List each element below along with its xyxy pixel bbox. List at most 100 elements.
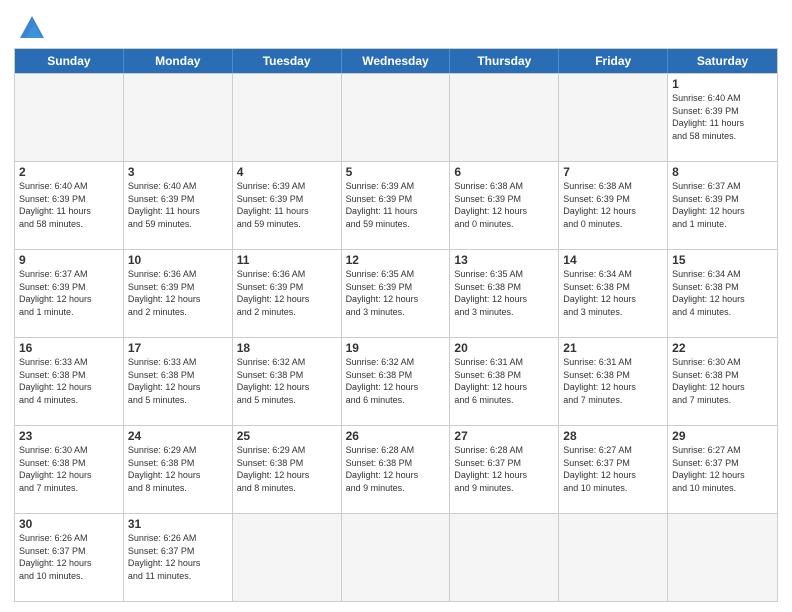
day-number: 9 xyxy=(19,253,119,267)
cell-info: Sunrise: 6:30 AM Sunset: 6:38 PM Dayligh… xyxy=(19,444,119,494)
cell-info: Sunrise: 6:33 AM Sunset: 6:38 PM Dayligh… xyxy=(19,356,119,406)
header-day-tuesday: Tuesday xyxy=(233,49,342,73)
cell-info: Sunrise: 6:40 AM Sunset: 6:39 PM Dayligh… xyxy=(128,180,228,230)
day-number: 7 xyxy=(563,165,663,179)
day-cell-18: 18Sunrise: 6:32 AM Sunset: 6:38 PM Dayli… xyxy=(233,338,342,425)
cell-info: Sunrise: 6:37 AM Sunset: 6:39 PM Dayligh… xyxy=(672,180,773,230)
empty-cell-0-3 xyxy=(342,74,451,161)
cell-info: Sunrise: 6:38 AM Sunset: 6:39 PM Dayligh… xyxy=(563,180,663,230)
cell-info: Sunrise: 6:38 AM Sunset: 6:39 PM Dayligh… xyxy=(454,180,554,230)
cell-info: Sunrise: 6:34 AM Sunset: 6:38 PM Dayligh… xyxy=(563,268,663,318)
cell-info: Sunrise: 6:27 AM Sunset: 6:37 PM Dayligh… xyxy=(672,444,773,494)
day-cell-30: 30Sunrise: 6:26 AM Sunset: 6:37 PM Dayli… xyxy=(15,514,124,601)
day-number: 30 xyxy=(19,517,119,531)
cell-info: Sunrise: 6:40 AM Sunset: 6:39 PM Dayligh… xyxy=(19,180,119,230)
day-number: 26 xyxy=(346,429,446,443)
empty-cell-5-6 xyxy=(668,514,777,601)
calendar-row-5: 30Sunrise: 6:26 AM Sunset: 6:37 PM Dayli… xyxy=(15,513,777,601)
calendar-body: 1Sunrise: 6:40 AM Sunset: 6:39 PM Daylig… xyxy=(15,73,777,601)
header-day-thursday: Thursday xyxy=(450,49,559,73)
day-number: 28 xyxy=(563,429,663,443)
day-number: 8 xyxy=(672,165,773,179)
day-number: 6 xyxy=(454,165,554,179)
day-cell-3: 3Sunrise: 6:40 AM Sunset: 6:39 PM Daylig… xyxy=(124,162,233,249)
calendar-header-row: SundayMondayTuesdayWednesdayThursdayFrid… xyxy=(15,49,777,73)
day-number: 2 xyxy=(19,165,119,179)
day-cell-25: 25Sunrise: 6:29 AM Sunset: 6:38 PM Dayli… xyxy=(233,426,342,513)
cell-info: Sunrise: 6:36 AM Sunset: 6:39 PM Dayligh… xyxy=(237,268,337,318)
cell-info: Sunrise: 6:40 AM Sunset: 6:39 PM Dayligh… xyxy=(672,92,773,142)
day-cell-13: 13Sunrise: 6:35 AM Sunset: 6:38 PM Dayli… xyxy=(450,250,559,337)
day-number: 11 xyxy=(237,253,337,267)
header-day-monday: Monday xyxy=(124,49,233,73)
day-cell-14: 14Sunrise: 6:34 AM Sunset: 6:38 PM Dayli… xyxy=(559,250,668,337)
cell-info: Sunrise: 6:29 AM Sunset: 6:38 PM Dayligh… xyxy=(128,444,228,494)
day-cell-1: 1Sunrise: 6:40 AM Sunset: 6:39 PM Daylig… xyxy=(668,74,777,161)
empty-cell-0-0 xyxy=(15,74,124,161)
header-day-sunday: Sunday xyxy=(15,49,124,73)
day-number: 17 xyxy=(128,341,228,355)
cell-info: Sunrise: 6:33 AM Sunset: 6:38 PM Dayligh… xyxy=(128,356,228,406)
day-cell-10: 10Sunrise: 6:36 AM Sunset: 6:39 PM Dayli… xyxy=(124,250,233,337)
day-number: 3 xyxy=(128,165,228,179)
day-number: 27 xyxy=(454,429,554,443)
day-number: 4 xyxy=(237,165,337,179)
cell-info: Sunrise: 6:28 AM Sunset: 6:38 PM Dayligh… xyxy=(346,444,446,494)
cell-info: Sunrise: 6:27 AM Sunset: 6:37 PM Dayligh… xyxy=(563,444,663,494)
day-number: 29 xyxy=(672,429,773,443)
day-number: 15 xyxy=(672,253,773,267)
logo-area xyxy=(14,10,48,42)
day-cell-31: 31Sunrise: 6:26 AM Sunset: 6:37 PM Dayli… xyxy=(124,514,233,601)
day-cell-6: 6Sunrise: 6:38 AM Sunset: 6:39 PM Daylig… xyxy=(450,162,559,249)
empty-cell-5-5 xyxy=(559,514,668,601)
day-number: 10 xyxy=(128,253,228,267)
day-number: 21 xyxy=(563,341,663,355)
day-number: 31 xyxy=(128,517,228,531)
day-cell-26: 26Sunrise: 6:28 AM Sunset: 6:38 PM Dayli… xyxy=(342,426,451,513)
cell-info: Sunrise: 6:39 AM Sunset: 6:39 PM Dayligh… xyxy=(237,180,337,230)
day-cell-23: 23Sunrise: 6:30 AM Sunset: 6:38 PM Dayli… xyxy=(15,426,124,513)
day-number: 23 xyxy=(19,429,119,443)
day-number: 20 xyxy=(454,341,554,355)
day-number: 5 xyxy=(346,165,446,179)
cell-info: Sunrise: 6:32 AM Sunset: 6:38 PM Dayligh… xyxy=(237,356,337,406)
day-cell-16: 16Sunrise: 6:33 AM Sunset: 6:38 PM Dayli… xyxy=(15,338,124,425)
cell-info: Sunrise: 6:32 AM Sunset: 6:38 PM Dayligh… xyxy=(346,356,446,406)
day-number: 14 xyxy=(563,253,663,267)
page: SundayMondayTuesdayWednesdayThursdayFrid… xyxy=(0,0,792,612)
header xyxy=(14,10,778,42)
day-cell-24: 24Sunrise: 6:29 AM Sunset: 6:38 PM Dayli… xyxy=(124,426,233,513)
header-day-wednesday: Wednesday xyxy=(342,49,451,73)
cell-info: Sunrise: 6:35 AM Sunset: 6:39 PM Dayligh… xyxy=(346,268,446,318)
empty-cell-0-1 xyxy=(124,74,233,161)
day-number: 19 xyxy=(346,341,446,355)
calendar-row-1: 2Sunrise: 6:40 AM Sunset: 6:39 PM Daylig… xyxy=(15,161,777,249)
day-cell-2: 2Sunrise: 6:40 AM Sunset: 6:39 PM Daylig… xyxy=(15,162,124,249)
header-day-friday: Friday xyxy=(559,49,668,73)
cell-info: Sunrise: 6:39 AM Sunset: 6:39 PM Dayligh… xyxy=(346,180,446,230)
cell-info: Sunrise: 6:26 AM Sunset: 6:37 PM Dayligh… xyxy=(19,532,119,582)
calendar-row-4: 23Sunrise: 6:30 AM Sunset: 6:38 PM Dayli… xyxy=(15,425,777,513)
day-cell-22: 22Sunrise: 6:30 AM Sunset: 6:38 PM Dayli… xyxy=(668,338,777,425)
cell-info: Sunrise: 6:29 AM Sunset: 6:38 PM Dayligh… xyxy=(237,444,337,494)
empty-cell-5-4 xyxy=(450,514,559,601)
day-cell-21: 21Sunrise: 6:31 AM Sunset: 6:38 PM Dayli… xyxy=(559,338,668,425)
cell-info: Sunrise: 6:30 AM Sunset: 6:38 PM Dayligh… xyxy=(672,356,773,406)
day-cell-15: 15Sunrise: 6:34 AM Sunset: 6:38 PM Dayli… xyxy=(668,250,777,337)
calendar-row-2: 9Sunrise: 6:37 AM Sunset: 6:39 PM Daylig… xyxy=(15,249,777,337)
day-cell-5: 5Sunrise: 6:39 AM Sunset: 6:39 PM Daylig… xyxy=(342,162,451,249)
day-number: 12 xyxy=(346,253,446,267)
cell-info: Sunrise: 6:34 AM Sunset: 6:38 PM Dayligh… xyxy=(672,268,773,318)
day-number: 1 xyxy=(672,77,773,91)
day-cell-9: 9Sunrise: 6:37 AM Sunset: 6:39 PM Daylig… xyxy=(15,250,124,337)
cell-info: Sunrise: 6:26 AM Sunset: 6:37 PM Dayligh… xyxy=(128,532,228,582)
calendar-row-0: 1Sunrise: 6:40 AM Sunset: 6:39 PM Daylig… xyxy=(15,73,777,161)
day-number: 24 xyxy=(128,429,228,443)
day-cell-19: 19Sunrise: 6:32 AM Sunset: 6:38 PM Dayli… xyxy=(342,338,451,425)
cell-info: Sunrise: 6:35 AM Sunset: 6:38 PM Dayligh… xyxy=(454,268,554,318)
day-cell-27: 27Sunrise: 6:28 AM Sunset: 6:37 PM Dayli… xyxy=(450,426,559,513)
day-number: 22 xyxy=(672,341,773,355)
cell-info: Sunrise: 6:37 AM Sunset: 6:39 PM Dayligh… xyxy=(19,268,119,318)
calendar: SundayMondayTuesdayWednesdayThursdayFrid… xyxy=(14,48,778,602)
day-number: 25 xyxy=(237,429,337,443)
